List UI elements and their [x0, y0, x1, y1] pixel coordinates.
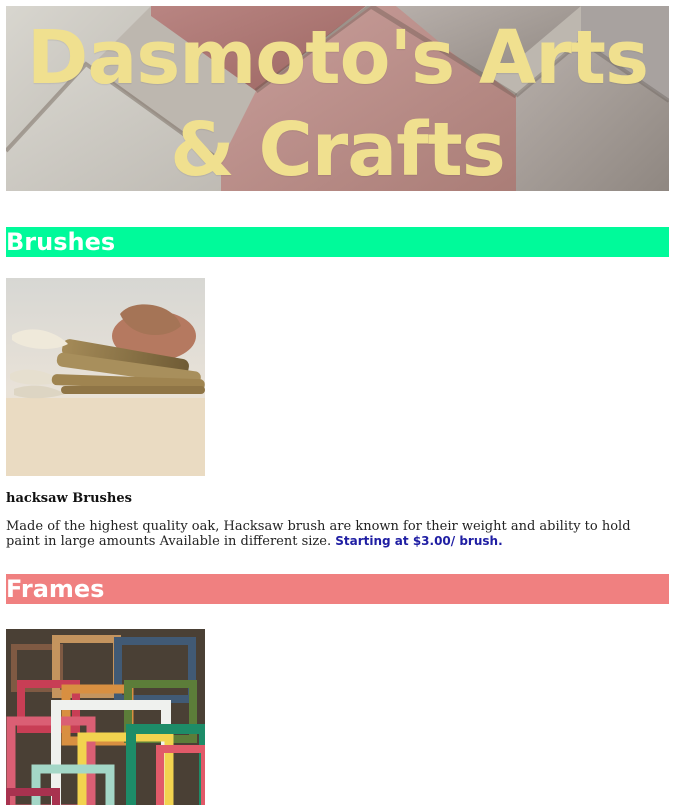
frames-heading: Frames — [6, 574, 669, 604]
brushes-description: Made of the highest quality oak, Hacksaw… — [6, 520, 668, 549]
frames-image — [6, 629, 205, 805]
brushes-heading: Brushes — [6, 227, 669, 257]
brushes-product-title: hacksaw Brushes — [6, 491, 132, 506]
brushes-image — [6, 278, 205, 476]
page-title: Dasmoto's Arts & Crafts — [26, 15, 649, 191]
page-header: Dasmoto's Arts & Crafts — [6, 6, 669, 191]
brushes-price: Starting at $3.00/ brush. — [335, 534, 503, 548]
brushes-description-text: Made of the highest quality oak, Hacksaw… — [6, 519, 631, 549]
